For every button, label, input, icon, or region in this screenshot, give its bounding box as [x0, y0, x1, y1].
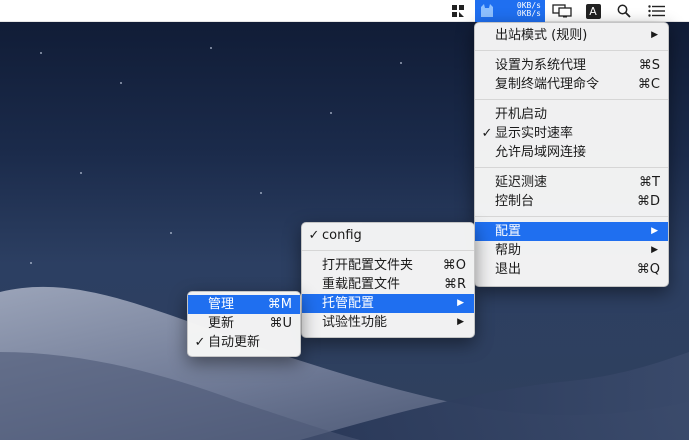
menu-separator — [302, 250, 474, 251]
submenu-arrow-icon: ▶ — [651, 245, 658, 255]
menu-item-reload-config[interactable]: 重载配置文件 ⌘R — [302, 275, 474, 294]
checkmark-icon: ✓ — [194, 335, 206, 350]
notification-center-icon[interactable] — [645, 0, 669, 22]
menu-item-update[interactable]: 更新 ⌘U — [188, 314, 300, 333]
menu-item-latency-test[interactable]: 延迟测速 ⌘T — [475, 173, 668, 192]
menu-item-manage[interactable]: 管理 ⌘M — [188, 295, 300, 314]
display-mirror-icon[interactable] — [549, 0, 575, 22]
clash-status-item[interactable]: 0KB/s 0KB/s — [475, 0, 545, 22]
menu-item-launch-at-login[interactable]: 开机启动 — [475, 105, 668, 124]
menu-item-quit[interactable]: 退出 ⌘Q — [475, 260, 668, 279]
menu-item-managed-config[interactable]: 托管配置 ▶ — [302, 294, 474, 313]
submenu-arrow-icon: ▶ — [457, 298, 464, 308]
main-menu: 出站模式 (规则) ▶ 设置为系统代理 ⌘S 复制终端代理命令 ⌘C 开机启动 … — [474, 22, 669, 287]
menu-bar: 0KB/s 0KB/s A — [0, 0, 689, 22]
submenu-arrow-icon: ▶ — [651, 226, 658, 236]
menu-item-show-speed[interactable]: ✓ 显示实时速率 — [475, 124, 668, 143]
search-icon[interactable] — [613, 0, 635, 22]
menu-separator — [475, 50, 668, 51]
menu-separator — [475, 216, 668, 217]
config-submenu: ✓ config 打开配置文件夹 ⌘O 重载配置文件 ⌘R 托管配置 ▶ 试验性… — [301, 222, 475, 338]
submenu-arrow-icon: ▶ — [457, 317, 464, 327]
menu-separator — [475, 99, 668, 100]
input-source-badge: A — [585, 3, 601, 19]
menu-item-set-system-proxy[interactable]: 设置为系统代理 ⌘S — [475, 56, 668, 75]
menu-separator — [475, 167, 668, 168]
cat-icon — [479, 3, 495, 23]
menu-item-dashboard[interactable]: 控制台 ⌘D — [475, 192, 668, 211]
menu-item-open-config-folder[interactable]: 打开配置文件夹 ⌘O — [302, 256, 474, 275]
submenu-arrow-icon: ▶ — [651, 30, 658, 40]
menu-item-config-profile[interactable]: ✓ config — [302, 226, 474, 245]
download-speed: 0KB/s — [516, 9, 541, 18]
managed-config-submenu: 管理 ⌘M 更新 ⌘U ✓ 自动更新 — [187, 291, 301, 357]
app-grid-icon[interactable] — [447, 0, 469, 22]
menu-item-allow-lan[interactable]: 允许局域网连接 — [475, 143, 668, 162]
menu-item-config[interactable]: 配置 ▶ — [475, 222, 668, 241]
checkmark-icon: ✓ — [481, 126, 493, 141]
menu-item-copy-terminal-command[interactable]: 复制终端代理命令 ⌘C — [475, 75, 668, 94]
menu-item-experimental[interactable]: 试验性功能 ▶ — [302, 313, 474, 332]
menu-item-outbound-mode[interactable]: 出站模式 (规则) ▶ — [475, 26, 668, 45]
checkmark-icon: ✓ — [308, 228, 320, 243]
menu-item-help[interactable]: 帮助 ▶ — [475, 241, 668, 260]
menu-item-auto-update[interactable]: ✓ 自动更新 — [188, 333, 300, 352]
input-source-icon[interactable]: A — [582, 0, 604, 22]
